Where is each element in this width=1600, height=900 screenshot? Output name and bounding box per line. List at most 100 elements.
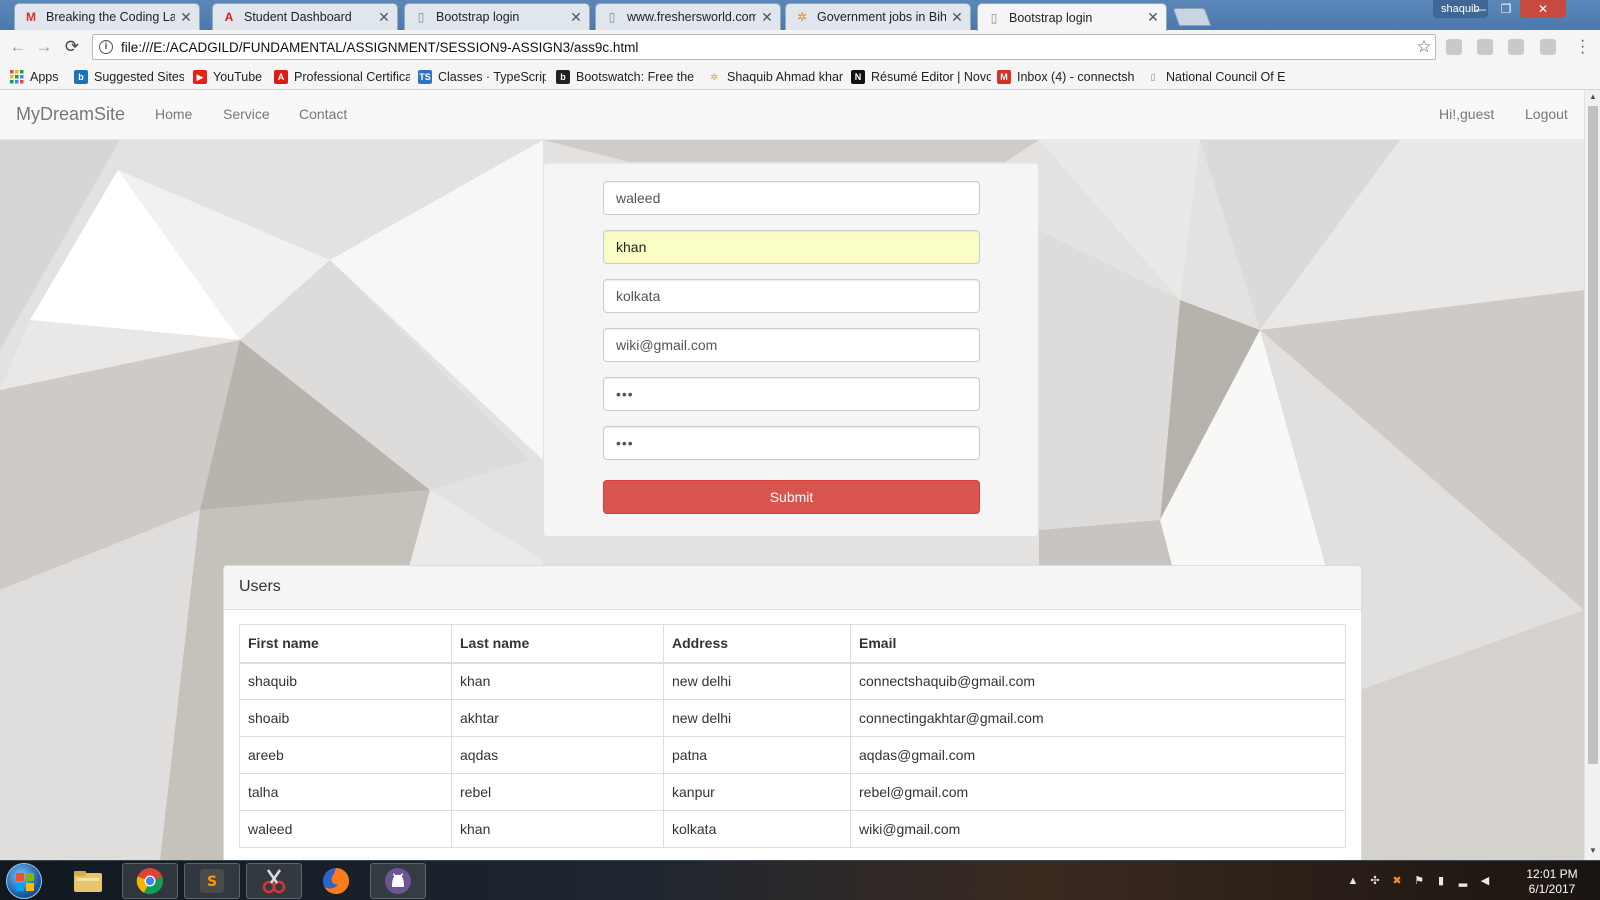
bookmark-item[interactable]: ▯ National Council Of E <box>1146 67 1296 87</box>
bookmark-item[interactable]: Apps <box>10 67 70 87</box>
close-tab-icon[interactable]: ✕ <box>950 9 964 26</box>
page-icon: ▯ <box>1150 71 1156 82</box>
angular-icon: A <box>274 70 288 84</box>
file-explorer-icon[interactable] <box>60 863 116 899</box>
back-icon[interactable]: ← <box>8 37 28 57</box>
flower-icon: ✲ <box>796 10 808 24</box>
first-name-input[interactable] <box>603 181 980 215</box>
extension-icon[interactable] <box>1508 39 1524 55</box>
close-window-icon[interactable]: ✕ <box>1520 0 1566 18</box>
gmail-icon: M <box>26 10 36 24</box>
info-icon[interactable]: i <box>99 40 113 54</box>
bookmark-item[interactable]: A Professional Certifica <box>274 67 410 87</box>
page-scrollbar[interactable]: ▲ ▼ <box>1584 90 1600 860</box>
table-cell: shoaib <box>239 699 452 737</box>
extension-icon[interactable] <box>1477 39 1493 55</box>
tab-title: www.freshersworld.com <box>627 10 756 24</box>
scroll-down-icon[interactable]: ▼ <box>1588 846 1598 855</box>
close-tab-icon[interactable]: ✕ <box>760 9 774 26</box>
reload-icon[interactable]: ⟳ <box>62 37 82 57</box>
nav-greeting[interactable]: Hi!,guest <box>1439 106 1494 122</box>
browser-tab[interactable]: ▯ Bootstrap login ✕ <box>404 3 590 30</box>
submit-button[interactable]: Submit <box>603 480 980 514</box>
signal-bars-icon[interactable]: ▂ <box>1456 874 1470 888</box>
bookmark-star-icon[interactable]: ☆ <box>1413 37 1435 57</box>
bookmark-item[interactable]: TS Classes · TypeScript <box>418 67 546 87</box>
page-icon: ▯ <box>990 10 998 25</box>
nav-link-home[interactable]: Home <box>155 106 192 122</box>
flag-tray-icon[interactable]: ⚑ <box>1412 874 1426 888</box>
windows-logo-icon <box>16 873 34 891</box>
scroll-up-icon[interactable]: ▲ <box>1588 92 1598 101</box>
last-name-input[interactable] <box>603 230 980 264</box>
bookmark-label: National Council Of E <box>1166 70 1286 84</box>
bookmark-item[interactable]: ✲ Shaquib Ahmad khan <box>707 67 843 87</box>
browser-tab[interactable]: M Breaking the Coding Lan ✕ <box>14 3 200 30</box>
fox-tray-icon[interactable]: ✖ <box>1390 874 1404 888</box>
page-icon: ▯ <box>608 10 616 24</box>
bookmark-item[interactable]: N Résumé Editor | Novo <box>851 67 991 87</box>
nav-link-contact[interactable]: Contact <box>299 106 347 122</box>
browser-tab[interactable]: ▯ www.freshersworld.com ✕ <box>595 3 781 30</box>
chrome-menu-icon[interactable]: · · · <box>1580 33 1585 61</box>
bookmark-label: Suggested Sites <box>94 70 184 84</box>
users-table: First name Last name Address Email shaqu… <box>239 624 1346 848</box>
forward-icon[interactable]: → <box>34 37 54 57</box>
bookmark-item[interactable]: b Bootswatch: Free the <box>556 67 700 87</box>
github-icon[interactable] <box>370 863 426 899</box>
table-cell: kolkata <box>663 810 851 848</box>
start-button[interactable] <box>6 863 42 899</box>
firefox-icon[interactable] <box>308 863 364 899</box>
scroll-thumb[interactable] <box>1588 106 1598 764</box>
bookmark-label: Shaquib Ahmad khan <box>727 70 843 84</box>
bing-icon: b <box>74 70 88 84</box>
tab-title: Government jobs in Biha <box>817 10 946 24</box>
table-row: shaquib khan new delhi connectshaquib@gmail… <box>239 662 1346 700</box>
bookmark-label: Inbox (4) - connectsh <box>1017 70 1135 84</box>
typescript-icon: TS <box>418 70 432 84</box>
nav-link-logout[interactable]: Logout <box>1525 106 1568 122</box>
sublime-text-icon[interactable]: S <box>184 863 240 899</box>
extension-icon[interactable] <box>1540 39 1556 55</box>
restore-icon[interactable]: ❐ <box>1494 0 1518 20</box>
email-input[interactable] <box>603 328 980 362</box>
table-cell: khan <box>451 662 664 700</box>
site-brand[interactable]: MyDreamSite <box>16 104 125 125</box>
close-tab-icon[interactable]: ✕ <box>569 9 583 26</box>
bookmark-item[interactable]: b Suggested Sites <box>74 67 184 87</box>
close-tab-icon[interactable]: ✕ <box>179 9 193 26</box>
chrome-icon[interactable] <box>122 863 178 899</box>
flower-icon: ✲ <box>710 71 718 82</box>
confirm-password-input[interactable] <box>603 426 980 460</box>
browser-tab[interactable]: ✲ Government jobs in Biha ✕ <box>785 3 971 30</box>
address-bar[interactable]: i file:///E:/ACADGILD/FUNDAMENTAL/ASSIGN… <box>92 34 1436 60</box>
tab-title: Bootstrap login <box>436 10 520 24</box>
show-hidden-icons-icon[interactable]: ▲ <box>1346 874 1360 888</box>
bookmark-item[interactable]: M Inbox (4) - connectsh <box>997 67 1139 87</box>
table-cell: connectingakhtar@gmail.com <box>850 699 1346 737</box>
table-cell: rebel@gmail.com <box>850 773 1346 811</box>
table-cell: patna <box>663 736 851 774</box>
new-tab-button[interactable] <box>1172 8 1212 26</box>
snipping-tool-icon[interactable] <box>246 863 302 899</box>
nav-link-service[interactable]: Service <box>223 106 270 122</box>
password-input[interactable] <box>603 377 980 411</box>
network-share-icon[interactable]: ✣ <box>1368 874 1382 888</box>
table-cell: aqdas <box>451 736 664 774</box>
extension-icon[interactable] <box>1446 39 1462 55</box>
table-cell: shaquib <box>239 662 452 700</box>
browser-tab[interactable]: ▯ Bootstrap login ✕ <box>977 3 1167 31</box>
close-tab-icon[interactable]: ✕ <box>1146 9 1160 26</box>
address-input[interactable] <box>603 279 980 313</box>
close-tab-icon[interactable]: ✕ <box>377 9 391 26</box>
browser-tab[interactable]: A Student Dashboard ✕ <box>212 3 398 30</box>
battery-icon[interactable]: ▮ <box>1434 874 1448 888</box>
table-cell: new delhi <box>663 662 851 700</box>
taskbar-clock[interactable]: 12:01 PM 6/1/2017 <box>1512 867 1592 897</box>
volume-icon[interactable]: ◀ <box>1478 874 1492 888</box>
minimize-icon[interactable]: — <box>1468 0 1492 20</box>
url-text: file:///E:/ACADGILD/FUNDAMENTAL/ASSIGNME… <box>121 39 639 55</box>
bookmark-item[interactable]: ▶ YouTube <box>193 67 269 87</box>
bookmarks-bar: Apps b Suggested Sites ▶ YouTube A Professiona… <box>0 64 1600 90</box>
table-row: shoaib akhtar new delhi connectingakhtar@gm… <box>239 699 1346 737</box>
